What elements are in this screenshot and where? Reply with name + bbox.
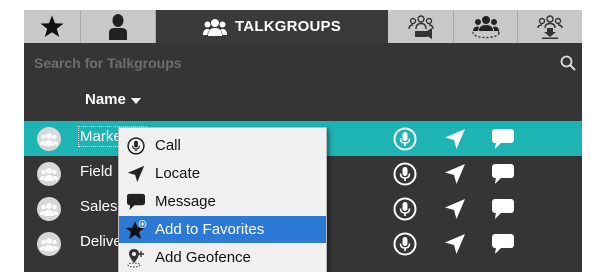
tab-broadcast[interactable] [388, 10, 454, 43]
group-download-icon [537, 14, 563, 39]
tab-dynamic-groups[interactable] [454, 10, 518, 43]
name-column-header[interactable]: Name [85, 91, 141, 108]
microphone-icon [125, 136, 147, 156]
menu-item-call[interactable]: Call [119, 132, 326, 159]
message-icon [125, 192, 147, 212]
call-button[interactable] [392, 161, 418, 187]
menu-item-label: Message [155, 193, 216, 210]
talkgroup-avatar-icon [37, 232, 61, 256]
talkgroup-avatar-icon [37, 197, 61, 221]
menu-item-add-geofence[interactable]: Add Geofence [119, 244, 326, 271]
menu-item-label: Locate [155, 165, 201, 182]
group-circle-icon [471, 15, 500, 38]
group-icon [203, 18, 228, 36]
locate-button[interactable] [442, 126, 468, 152]
location-arrow-icon [445, 199, 465, 219]
microphone-icon [393, 127, 417, 151]
call-button[interactable] [392, 126, 418, 152]
locate-button[interactable] [442, 231, 468, 257]
geofence-pin-icon [125, 248, 147, 268]
context-menu: Call Locate Message Add to Favorites Add… [118, 127, 327, 272]
message-button[interactable] [490, 231, 516, 257]
message-icon [492, 199, 514, 219]
location-arrow-icon [445, 129, 465, 149]
call-button[interactable] [392, 231, 418, 257]
message-icon [492, 129, 514, 149]
star-icon [40, 15, 64, 37]
microphone-icon [393, 232, 417, 256]
location-arrow-icon [445, 164, 465, 184]
name-column-label: Name [85, 91, 126, 108]
microphone-icon [393, 162, 417, 186]
talkgroup-name: Sales [80, 198, 118, 215]
talkgroups-panel: TALKGROUPS Name Marketing [24, 10, 582, 272]
search-bar [24, 43, 582, 83]
menu-item-locate[interactable]: Locate [119, 160, 326, 187]
menu-item-add-to-favorites[interactable]: Add to Favorites [119, 216, 326, 243]
tab-talkgroups[interactable]: TALKGROUPS [156, 10, 388, 43]
menu-item-label: Add Geofence [155, 249, 251, 266]
person-icon [109, 13, 127, 40]
call-button[interactable] [392, 196, 418, 222]
location-arrow-icon [445, 234, 465, 254]
message-button[interactable] [490, 161, 516, 187]
search-icon[interactable] [560, 55, 576, 76]
locate-button[interactable] [442, 196, 468, 222]
column-header: Name [24, 83, 582, 121]
talkgroup-name: Field [80, 163, 113, 180]
menu-item-message[interactable]: Message [119, 188, 326, 215]
locate-button[interactable] [442, 161, 468, 187]
microphone-icon [393, 197, 417, 221]
tab-bar: TALKGROUPS [24, 10, 582, 43]
menu-item-label: Call [155, 137, 181, 154]
message-icon [492, 164, 514, 184]
sort-caret-icon [130, 97, 141, 104]
tab-download-groups[interactable] [518, 10, 582, 43]
tab-favorites[interactable] [24, 10, 81, 43]
location-arrow-icon [125, 164, 147, 184]
menu-item-label: Add to Favorites [155, 221, 265, 238]
message-button[interactable] [490, 126, 516, 152]
star-add-icon [125, 219, 147, 240]
tab-contacts[interactable] [81, 10, 156, 43]
message-icon [492, 234, 514, 254]
tab-talkgroups-label: TALKGROUPS [235, 18, 341, 35]
talkgroup-avatar-icon [37, 127, 61, 151]
search-input[interactable] [34, 53, 534, 73]
message-button[interactable] [490, 196, 516, 222]
talkgroup-avatar-icon [37, 162, 61, 186]
group-broadcast-icon [407, 14, 434, 39]
